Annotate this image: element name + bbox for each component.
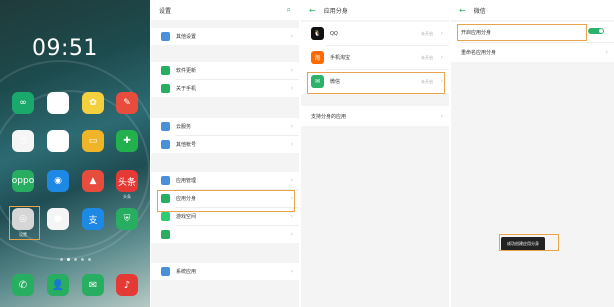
app-label: 头条 (123, 194, 131, 199)
settings-item-icon (161, 32, 170, 41)
settings-item-icon (161, 66, 170, 75)
music-icon[interactable]: ♪ (116, 274, 138, 296)
enable-clone-toggle[interactable] (588, 28, 604, 34)
settings-item[interactable]: 其他设置 › (151, 28, 299, 45)
back-arrow-icon[interactable]: ← (459, 6, 466, 15)
settings-item-label: 游戏空间 (176, 214, 197, 220)
app-name: 手机淘宝 (330, 55, 351, 61)
chevron-right-icon: › (440, 30, 443, 37)
chevron-right-icon: › (290, 123, 293, 130)
settings-group: 其他设置 › (151, 28, 299, 45)
back-arrow-icon[interactable]: ← (309, 6, 316, 15)
calendar-icon[interactable]: 14 (47, 130, 69, 152)
settings-app-highlight (9, 206, 40, 240)
settings-item-icon (161, 140, 170, 149)
chevron-right-icon: › (290, 231, 293, 238)
supported-apps-section[interactable]: 支持分身的应用 › (301, 106, 449, 126)
alipay-icon[interactable]: 支 (82, 208, 104, 230)
app-icon: 🐧 (311, 27, 324, 40)
gallery-icon[interactable]: ✿ (82, 92, 104, 114)
camera-icon[interactable]: ● (47, 208, 69, 230)
settings-item-label: 软件更新 (176, 68, 197, 74)
settings-item-label: 其他帐号 (176, 142, 197, 148)
settings-item-icon (161, 84, 170, 93)
wechat-header: ← 微信 (451, 0, 614, 20)
chevron-right-icon: › (440, 54, 443, 61)
search-icon[interactable]: ⌕ (287, 5, 291, 15)
cart-icon[interactable]: ✚ (116, 130, 138, 152)
home-clock: 09:51 (32, 36, 98, 61)
chevron-right-icon: › (440, 112, 443, 120)
chevron-right-icon: › (290, 213, 293, 220)
chevron-right-icon: › (290, 177, 293, 184)
settings-item-icon (161, 212, 170, 221)
page-indicator (60, 258, 91, 261)
chevron-right-icon: › (290, 85, 293, 92)
settings-item-label: 应用管理 (176, 178, 197, 184)
settings-item-label: 云服务 (176, 124, 192, 130)
page-title: 微信 (473, 7, 486, 15)
settings-header: 设置 ⌕ (151, 0, 299, 20)
gradient-icon[interactable]: ▲ (82, 170, 104, 192)
toast-highlight (499, 234, 559, 251)
pen-icon[interactable]: ✎ (116, 92, 138, 114)
settings-item[interactable]: 系统应用 › (151, 263, 299, 280)
chevron-right-icon: › (290, 141, 293, 148)
toutiao-icon[interactable]: 头条 (116, 170, 138, 192)
clone-status: 未开启 (421, 30, 433, 36)
settings-item[interactable]: 云服务 › (151, 118, 299, 135)
message-icon[interactable]: ✉ (82, 274, 104, 296)
settings-item-icon (161, 176, 170, 185)
settings-group: 云服务 › 其他帐号 › (151, 118, 299, 153)
chevron-right-icon: › (290, 33, 293, 40)
folder-icon[interactable]: ▭ (82, 130, 104, 152)
settings-item-icon (161, 267, 170, 276)
settings-group: 系统应用 › (151, 263, 299, 280)
app-icon: 淘 (311, 51, 324, 64)
settings-item-label: 其他设置 (176, 34, 197, 40)
page-title: 设置 (159, 7, 172, 15)
home-screen: 09:51 ∞ ÷ ✿ ✎ ◷ 14 ▭ ✚ oppo ◉ ▲ 头条 头条 ◎ 设置 ● 支 ⛨ ✆ 👤 ✉ ♪ (0, 0, 150, 307)
calculator-icon[interactable]: ÷ (47, 92, 69, 114)
rename-clone-label: 重命名应用分身 (461, 50, 497, 56)
settings-item-label: 系统应用 (176, 269, 197, 275)
settings-item[interactable]: 软件更新 › (151, 62, 299, 79)
settings-item-icon (161, 230, 170, 239)
toggle-highlight (457, 24, 587, 41)
clone-app-row[interactable]: 淘手机淘宝 未开启 › (301, 46, 449, 69)
chevron-right-icon: › (290, 268, 293, 275)
shield-icon[interactable]: ⛨ (116, 208, 138, 230)
settings-item[interactable]: › (151, 226, 299, 243)
page-title: 应用分身 (323, 7, 348, 15)
chevron-right-icon: › (605, 49, 608, 56)
app-name: QQ (330, 30, 338, 37)
clock-icon[interactable]: ◷ (12, 130, 34, 152)
clone-status: 未开启 (421, 54, 433, 60)
phone-icon[interactable]: ✆ (12, 274, 34, 296)
app-clone-screen: ← 应用分身 🐧 QQ 未开启 › 淘手机淘宝 未开启 › ✉ 微信 未开启 › 支持分身的应用 › (301, 0, 449, 307)
contacts-icon[interactable]: 👤 (47, 274, 69, 296)
chat-bubble-icon[interactable]: ◉ (47, 170, 69, 192)
clone-app-row[interactable]: 🐧 QQ 未开启 › (301, 22, 449, 45)
supported-apps-label: 支持分身的应用 (311, 113, 347, 120)
settings-item[interactable]: 关于手机 › (151, 80, 299, 97)
settings-group: 软件更新 › 关于手机 › (151, 62, 299, 97)
screenshot-strip: 09:51 ∞ ÷ ✿ ✎ ◷ 14 ▭ ✚ oppo ◉ ▲ 头条 头条 ◎ 设置 ● 支 ⛨ ✆ 👤 ✉ ♪ 设置 ⌕… (0, 0, 614, 307)
clone-header: ← 应用分身 (301, 0, 449, 20)
settings-item-icon (161, 122, 170, 131)
wechat-clone-screen: ← 微信 开启应用分身 重命名应用分身 › 成功创建应用分身 (451, 0, 614, 307)
oppo-icon[interactable]: oppo (12, 170, 34, 192)
app-clone-highlight (157, 190, 295, 212)
settings-item[interactable]: 应用管理 › (151, 172, 299, 189)
rename-clone-row[interactable]: 重命名应用分身 › (451, 43, 614, 62)
settings-item[interactable]: 其他帐号 › (151, 136, 299, 153)
settings-item-label: 关于手机 (176, 86, 197, 92)
settings-screen: 设置 ⌕ 其他设置 › 软件更新 › 关于手机 › 云服务 › 其他帐号 › 应用管理 › 应用分身 › 游… (151, 0, 299, 307)
infinity-icon[interactable]: ∞ (12, 92, 34, 114)
wechat-highlight (307, 72, 445, 94)
chevron-right-icon: › (290, 67, 293, 74)
